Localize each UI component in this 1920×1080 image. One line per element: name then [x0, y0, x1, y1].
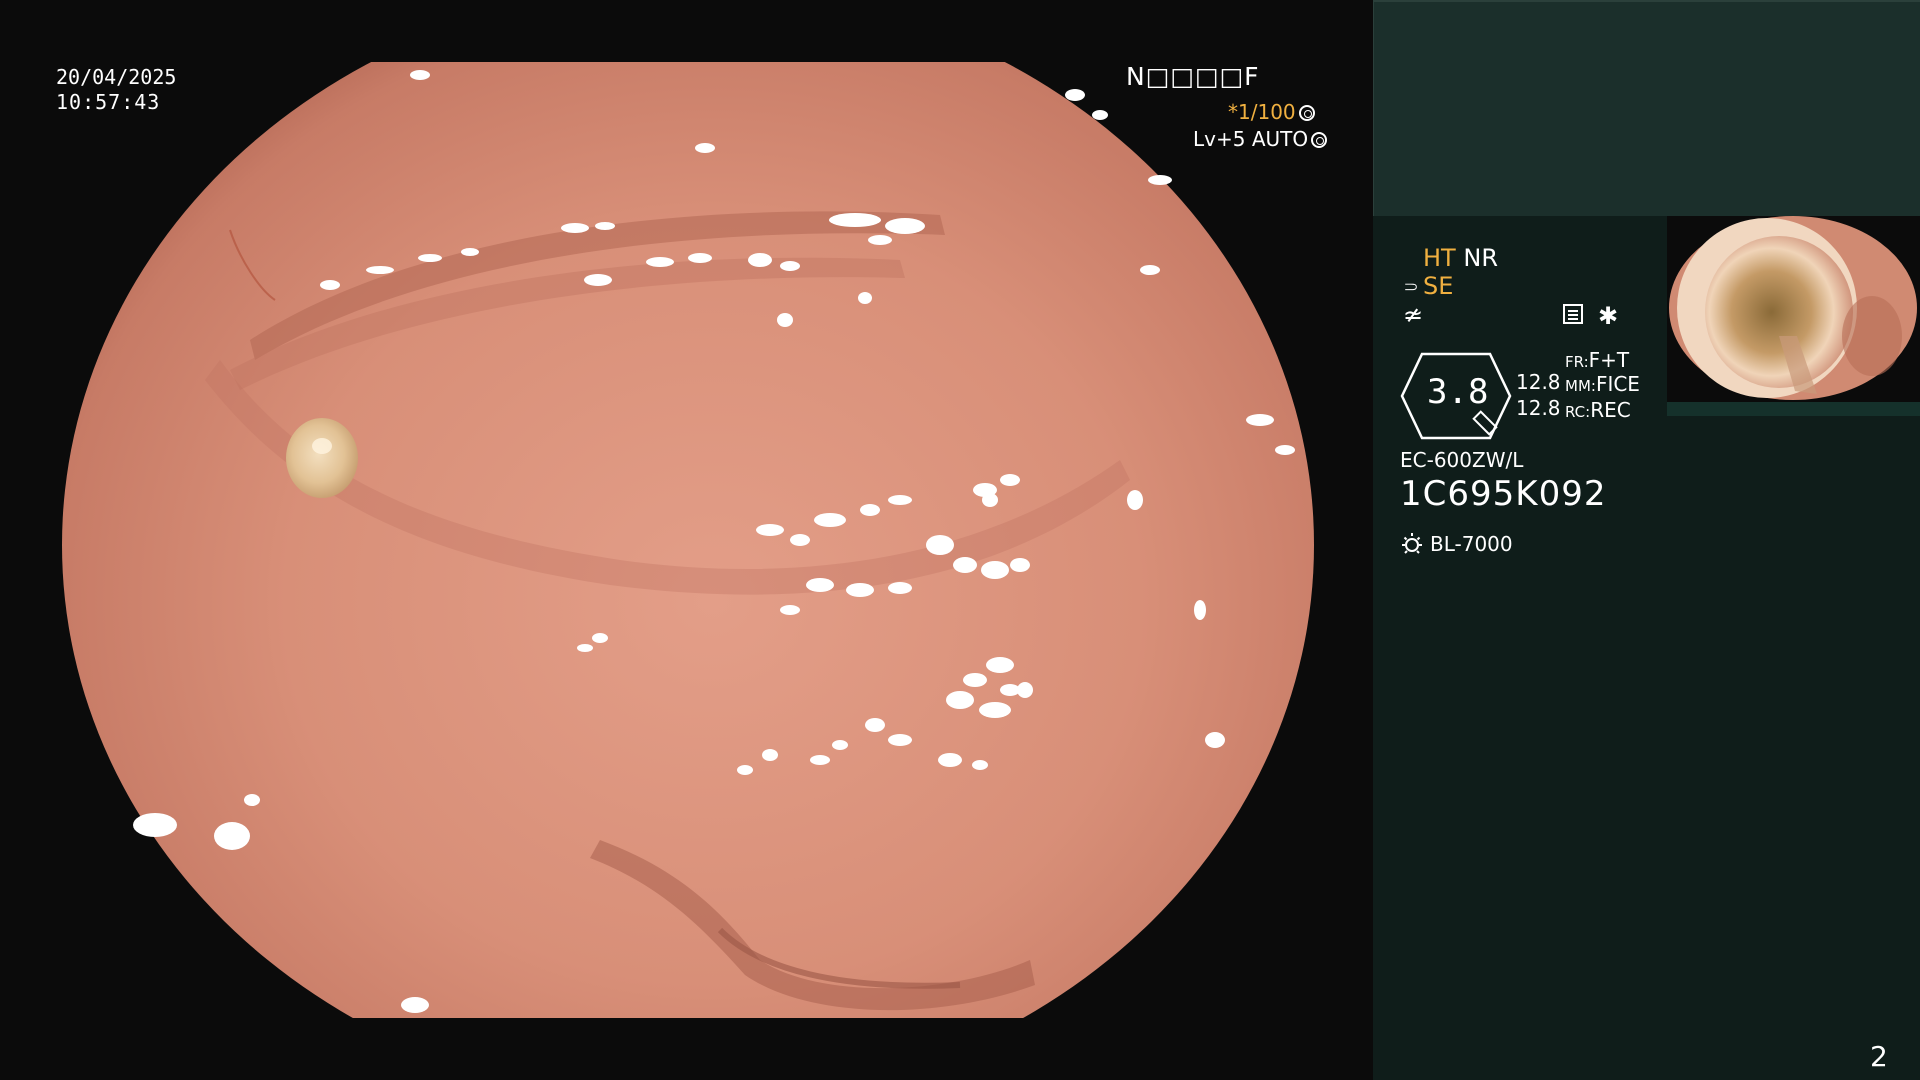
- light-source-icon: [1402, 533, 1422, 554]
- se-label: SE: [1423, 272, 1454, 300]
- scope-model: EC-600ZW/L: [1400, 448, 1524, 472]
- thumbnail-caption-bar: [1667, 402, 1920, 416]
- patient-id: N□□□□F: [1126, 62, 1260, 91]
- fr-setting: FR:F+T: [1565, 348, 1629, 372]
- ht-nr-status: HT NR: [1423, 244, 1498, 272]
- param-1: 12.8: [1516, 370, 1561, 394]
- mucosa-field: [62, 60, 1314, 1020]
- iris-icon: [1311, 132, 1328, 148]
- rc-value: REC: [1590, 398, 1631, 422]
- ht-label: HT: [1423, 244, 1456, 272]
- thumbnail-image: [1667, 216, 1920, 402]
- star-icon: ✱: [1598, 302, 1619, 330]
- scope-serial: 1C695K092: [1400, 474, 1607, 514]
- page-number: 2: [1870, 1040, 1888, 1073]
- endoscope-image: [0, 0, 1372, 1080]
- se-status: ⸧SE: [1401, 272, 1453, 300]
- fr-label: FR:: [1565, 353, 1589, 371]
- polyp: [286, 418, 358, 498]
- mm-setting: MM:FICE: [1565, 372, 1640, 396]
- zoom-value: 3.8: [1427, 372, 1489, 412]
- shutter-value: *1/100: [1228, 100, 1296, 124]
- iris-setting: Lv+5 AUTO: [1193, 127, 1328, 151]
- sharpness-icon: ≄: [1403, 301, 1424, 329]
- date-display: 20/04/2025: [56, 65, 177, 89]
- iris-value: Lv+5 AUTO: [1193, 127, 1309, 151]
- time-display: 10:57:43: [56, 90, 161, 114]
- rc-setting: RC:REC: [1565, 398, 1631, 422]
- fr-value: F+T: [1588, 348, 1630, 372]
- light-source-label: BL-7000: [1430, 532, 1513, 556]
- info-panel: HT NR ⸧SE ≄ ✱ 3.8 12.8 12.8 FR:F+T MM:FI…: [1373, 0, 1920, 1080]
- thumbnail-capture[interactable]: [1667, 216, 1920, 402]
- layout-icon: [1563, 304, 1583, 324]
- endoscope-view: 20/04/2025 10:57:43 N□□□□F *1/100 Lv+5 A…: [0, 0, 1372, 1080]
- nr-label: NR: [1463, 244, 1498, 272]
- rc-label: RC:: [1565, 403, 1591, 421]
- mm-value: FICE: [1595, 372, 1640, 396]
- light-source: BL-7000: [1400, 532, 1513, 556]
- panel-header-area: [1373, 0, 1920, 216]
- shutter-speed: *1/100: [1228, 100, 1372, 124]
- record-shutter-icon: [1298, 105, 1315, 121]
- mm-label: MM:: [1565, 377, 1596, 395]
- endoscopy-screen: 20/04/2025 10:57:43 N□□□□F *1/100 Lv+5 A…: [0, 0, 1920, 1080]
- param-2: 12.8: [1516, 396, 1561, 420]
- structure-enhance-icon: ⸧: [1401, 275, 1421, 299]
